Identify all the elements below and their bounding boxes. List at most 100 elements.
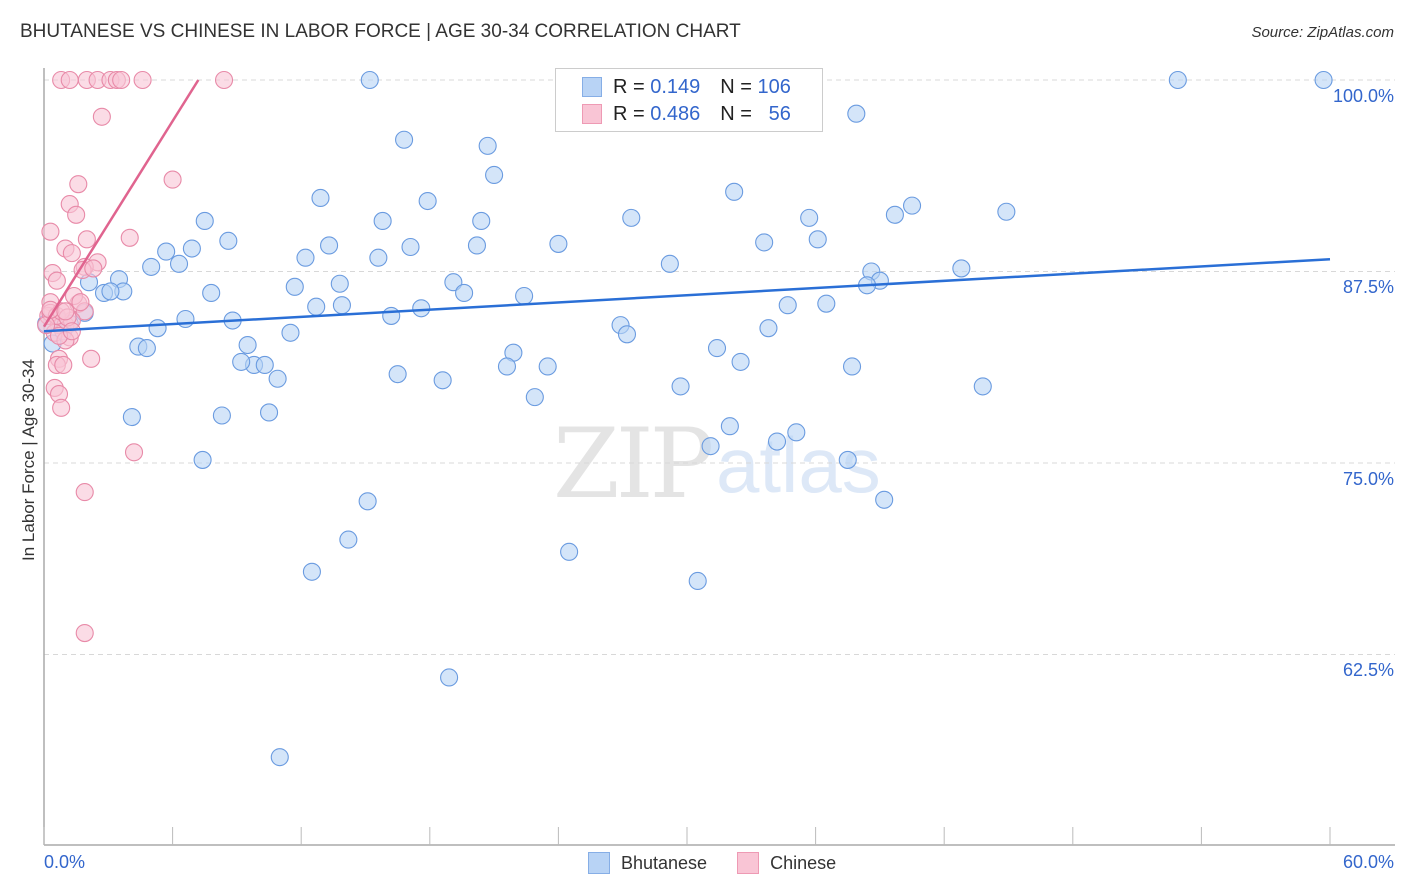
- bhutanese-point: [320, 236, 339, 255]
- chinese-point: [69, 175, 88, 194]
- bhutanese-point: [617, 325, 637, 344]
- bhutanese-point: [720, 417, 739, 436]
- bhutanese-point: [232, 352, 251, 371]
- bhutanese-point: [302, 562, 321, 581]
- legend-item-bhutanese[interactable]: Bhutanese: [588, 852, 707, 874]
- bhutanese-point: [660, 254, 679, 273]
- bhutanese-point: [332, 296, 351, 315]
- bhutanese-point: [847, 104, 866, 123]
- bhutanese-point: [148, 319, 167, 338]
- bhutanese-point: [182, 239, 201, 258]
- scatter-plot: [37, 68, 1395, 846]
- bhutanese-point: [268, 369, 287, 388]
- legend-item-chinese[interactable]: Chinese: [737, 852, 836, 874]
- chinese-point: [41, 222, 60, 241]
- bhutanese-point: [997, 202, 1016, 221]
- y-tick-label-62-5: 62.5%: [1342, 660, 1394, 680]
- stats-legend: R = 0.149 N = 106 R = 0.486 N = 56: [555, 68, 823, 132]
- bhutanese-point: [952, 259, 971, 278]
- chinese-point: [47, 271, 66, 290]
- bhutanese-point: [973, 377, 992, 396]
- bhutanese-point: [418, 191, 437, 211]
- chinese-point: [62, 244, 81, 263]
- chinese-point: [133, 70, 152, 90]
- bhutanese-point: [255, 355, 274, 375]
- chinese-point: [112, 70, 131, 90]
- bhutanese-point: [902, 196, 922, 215]
- r-value-chinese: 0.486: [650, 102, 701, 125]
- bhutanese-point: [808, 230, 827, 249]
- n-value-bhutanese: 106: [757, 75, 791, 98]
- chinese-point: [92, 107, 111, 126]
- bhutanese-point: [296, 248, 315, 267]
- chinese-point: [71, 293, 90, 312]
- legend-row-bhutanese: R = 0.149 N = 106: [582, 74, 791, 100]
- bhutanese-point: [538, 357, 557, 376]
- x-tick-label-max: 60.0%: [1342, 852, 1394, 872]
- n-label: N =: [720, 75, 752, 98]
- bhutanese-point: [875, 490, 894, 509]
- legend-row-chinese: R = 0.486 N = 56: [582, 101, 791, 127]
- bhutanese-point: [731, 352, 750, 371]
- axes: [43, 68, 1395, 846]
- bhutanese-point: [219, 231, 238, 250]
- bhutanese-point: [382, 306, 401, 325]
- legend-label-chinese: Chinese: [770, 852, 837, 873]
- bhutanese-point: [395, 130, 414, 149]
- chinese-point: [163, 170, 182, 189]
- bhutanese-point: [701, 437, 720, 456]
- bhutanese-point: [195, 211, 214, 230]
- bhutanese-point: [259, 403, 279, 422]
- chinese-point: [75, 483, 94, 502]
- bhutanese-point: [169, 254, 189, 273]
- chinese-point: [56, 302, 75, 321]
- bhutanese-point: [137, 339, 156, 358]
- bhutanese-point: [817, 294, 836, 313]
- chinese-point: [54, 355, 73, 375]
- bhutanese-point: [330, 274, 349, 293]
- bhutanese-point: [307, 297, 326, 316]
- bhutanese-point: [358, 492, 377, 511]
- n-value-chinese: 56: [768, 102, 791, 125]
- chinese-point: [60, 70, 79, 90]
- bhutanese-point: [193, 450, 212, 469]
- bhutanese-point: [412, 299, 431, 318]
- bhutanese-point: [360, 70, 379, 90]
- r-value-bhutanese: 0.149: [650, 75, 701, 98]
- legend-label-bhutanese: Bhutanese: [621, 852, 708, 873]
- series-legend: Bhutanese Chinese: [588, 852, 866, 874]
- chinese-point: [52, 398, 71, 417]
- y-tick-label-87-5: 87.5%: [1342, 277, 1394, 297]
- bhutanese-point: [549, 234, 568, 253]
- bhutanese-point: [339, 530, 358, 549]
- bhutanese-point: [688, 571, 707, 591]
- bhutanese-point: [787, 423, 806, 442]
- bhutanese-point: [622, 208, 641, 227]
- bhutanese-swatch: [588, 852, 610, 874]
- bhutanese-point: [281, 323, 300, 342]
- bhutanese-point: [478, 136, 497, 155]
- r-label: R =: [613, 75, 645, 98]
- bhutanese-point: [157, 242, 176, 261]
- bhutanese-point: [838, 450, 857, 469]
- chinese-swatch: [737, 852, 760, 874]
- bhutanese-point: [202, 283, 221, 302]
- bhutanese-point: [176, 309, 195, 329]
- y-axis-title: In Labor Force | Age 30-34: [19, 359, 38, 561]
- y-tick-label-100: 100.0%: [1332, 86, 1394, 106]
- bhutanese-point: [767, 432, 787, 451]
- bhutanese-point: [671, 377, 690, 396]
- bhutanese-point: [467, 236, 487, 255]
- bhutanese-point: [497, 357, 517, 376]
- bhutanese-point: [778, 296, 797, 315]
- bhutanese-point: [800, 208, 819, 227]
- bhutanese-point: [101, 282, 120, 301]
- chinese-point: [120, 228, 139, 247]
- chinese-point: [77, 230, 96, 249]
- bhutanese-point: [285, 277, 304, 296]
- bhutanese-point: [842, 357, 862, 376]
- chinese-point: [67, 205, 86, 224]
- n-label: N =: [720, 102, 752, 125]
- bhutanese-points: [37, 70, 1333, 767]
- bhutanese-point: [270, 748, 289, 767]
